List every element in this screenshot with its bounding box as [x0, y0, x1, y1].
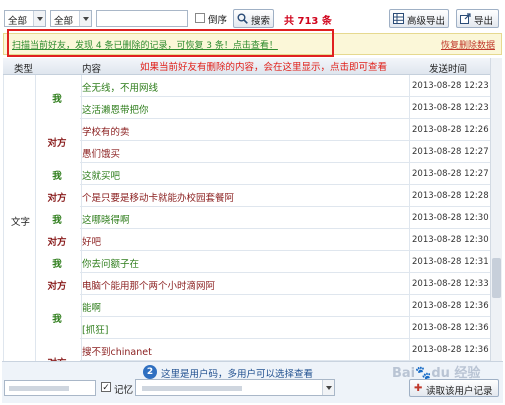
message-content: 能啊: [82, 303, 102, 314]
message-sender: 我: [52, 171, 62, 182]
message-row[interactable]: 搜不到chinanet 2013-08-28 12:36: [80, 339, 490, 361]
message-row[interactable]: 电脑个能用那个两个小时滴网阿 2013-08-28 12:33: [80, 273, 490, 295]
message-time: 2013-08-28 12:33: [412, 279, 489, 289]
search-icon: [237, 13, 248, 24]
user-select[interactable]: [135, 379, 335, 396]
reverse-checkbox[interactable]: [195, 13, 205, 23]
message-sender: 对方: [47, 193, 67, 204]
message-time: 2013-08-28 12:23: [412, 81, 489, 91]
message-content: [抓狂]: [82, 325, 109, 336]
filter-select-2-value: 全部: [54, 16, 74, 27]
message-content: 愚们饿买: [82, 149, 121, 160]
advanced-export-label: 高级导出: [407, 16, 446, 27]
message-content: 这活濑恩带把你: [82, 105, 149, 116]
total-count: 共 713 条: [284, 16, 332, 27]
search-button-label: 搜索: [251, 16, 271, 27]
message-content: 这哪晓得啊: [82, 215, 130, 226]
blurred-user-code: [9, 386, 69, 391]
message-sender: 我: [52, 94, 62, 105]
blurred-user-name: [142, 386, 242, 391]
message-content: 这就买吧: [82, 171, 121, 182]
annotation-deleted-hint: 如果当前好友有删除的内容，会在这里显示，点击即可查看: [140, 62, 388, 73]
filter-select-1[interactable]: 全部: [4, 10, 46, 27]
message-time: 2013-08-28 12:36: [412, 345, 489, 355]
message-content: 全无线，不用网线: [82, 83, 159, 94]
search-input[interactable]: [96, 10, 188, 27]
message-time: 2013-08-28 12:27: [412, 169, 489, 179]
read-icon: ✚: [414, 383, 423, 394]
message-time: 2013-08-28 12:28: [412, 191, 489, 201]
message-sender: 对方: [47, 281, 67, 292]
annotation-badge: 2: [143, 365, 157, 379]
message-content: 好吧: [82, 237, 102, 248]
message-sender: 对方: [47, 237, 67, 248]
message-row[interactable]: 个是只要是移动卡就能办校园套餐阿 2013-08-28 12:28: [80, 185, 490, 207]
filter-select-2[interactable]: 全部: [50, 10, 92, 27]
message-time: 2013-08-28 12:31: [412, 257, 489, 267]
column-header-time: 发送时间: [429, 64, 468, 75]
message-sender: 对方: [47, 138, 67, 149]
reverse-label: 倒序: [208, 15, 228, 26]
chevron-down-icon: [322, 380, 334, 395]
message-row[interactable]: 好吧 2013-08-28 12:30: [80, 229, 490, 251]
read-user-records-button[interactable]: ✚ 读取该用户记录: [409, 379, 499, 397]
message-content: 你去问额子在: [82, 259, 140, 270]
message-time: 2013-08-28 12:30: [412, 235, 489, 245]
scrollbar-thumb[interactable]: [492, 258, 501, 298]
annotation-user-code-hint: 这里是用户码，多用户可以选择查看: [161, 369, 314, 380]
message-row[interactable]: 学校有的卖 2013-08-28 12:26: [80, 119, 490, 141]
export-button-label: 导出: [474, 16, 494, 27]
message-row[interactable]: [抓狂] 2013-08-28 12:36: [80, 317, 490, 339]
message-sender: 我: [52, 259, 62, 270]
export-button[interactable]: 导出: [456, 9, 499, 28]
message-content: 电脑个能用那个两个小时滴网阿: [82, 281, 216, 292]
message-row[interactable]: 你去问额子在 2013-08-28 12:31: [80, 251, 490, 273]
restore-deleted-link[interactable]: 恢复删除数据: [441, 38, 495, 51]
message-content: 搜不到chinanet: [82, 347, 152, 358]
message-type-label: 文字: [11, 217, 31, 228]
message-row[interactable]: 这哪晓得啊 2013-08-28 12:30: [80, 207, 490, 229]
deleted-records-link[interactable]: 扫描当前好友，发现 4 条已删除的记录，可恢复 3 条！点击查看！: [12, 38, 278, 51]
filter-select-1-value: 全部: [8, 16, 28, 27]
grid-icon: [393, 13, 404, 24]
message-time: 2013-08-28 12:36: [412, 301, 489, 311]
message-sender: 我: [52, 215, 62, 226]
message-time: 2013-08-28 12:23: [412, 103, 489, 113]
message-content: 个是只要是移动卡就能办校园套餐阿: [82, 193, 235, 204]
message-time: 2013-08-28 12:27: [412, 147, 489, 157]
export-icon: [460, 13, 471, 24]
user-code-field[interactable]: [4, 380, 96, 396]
message-time: 2013-08-28 12:30: [412, 213, 489, 223]
column-header-content: 内容: [82, 64, 102, 75]
search-button[interactable]: 搜索: [233, 9, 274, 28]
message-content: 学校有的卖: [82, 127, 130, 138]
message-sender: 我: [52, 314, 62, 325]
vertical-scrollbar[interactable]: [490, 58, 502, 361]
remember-label: 记忆: [114, 385, 134, 396]
message-row[interactable]: 能啊 2013-08-28 12:36: [80, 295, 490, 317]
chevron-down-icon: [79, 11, 91, 26]
message-time: 2013-08-28 12:26: [412, 125, 489, 135]
column-header-type: 类型: [14, 64, 34, 75]
message-row[interactable]: 这就买吧 2013-08-28 12:27: [80, 163, 490, 185]
message-row[interactable]: 全无线，不用网线 2013-08-28 12:23: [80, 75, 490, 97]
message-row[interactable]: 愚们饿买 2013-08-28 12:27: [80, 141, 490, 163]
read-user-records-label: 读取该用户记录: [426, 386, 493, 397]
chevron-down-icon: [33, 11, 45, 26]
advanced-export-button[interactable]: 高级导出: [389, 9, 449, 28]
message-time: 2013-08-28 12:36: [412, 323, 489, 333]
remember-checkbox[interactable]: ✓: [101, 382, 111, 393]
message-row[interactable]: 这活濑恩带把你 2013-08-28 12:23: [80, 97, 490, 119]
